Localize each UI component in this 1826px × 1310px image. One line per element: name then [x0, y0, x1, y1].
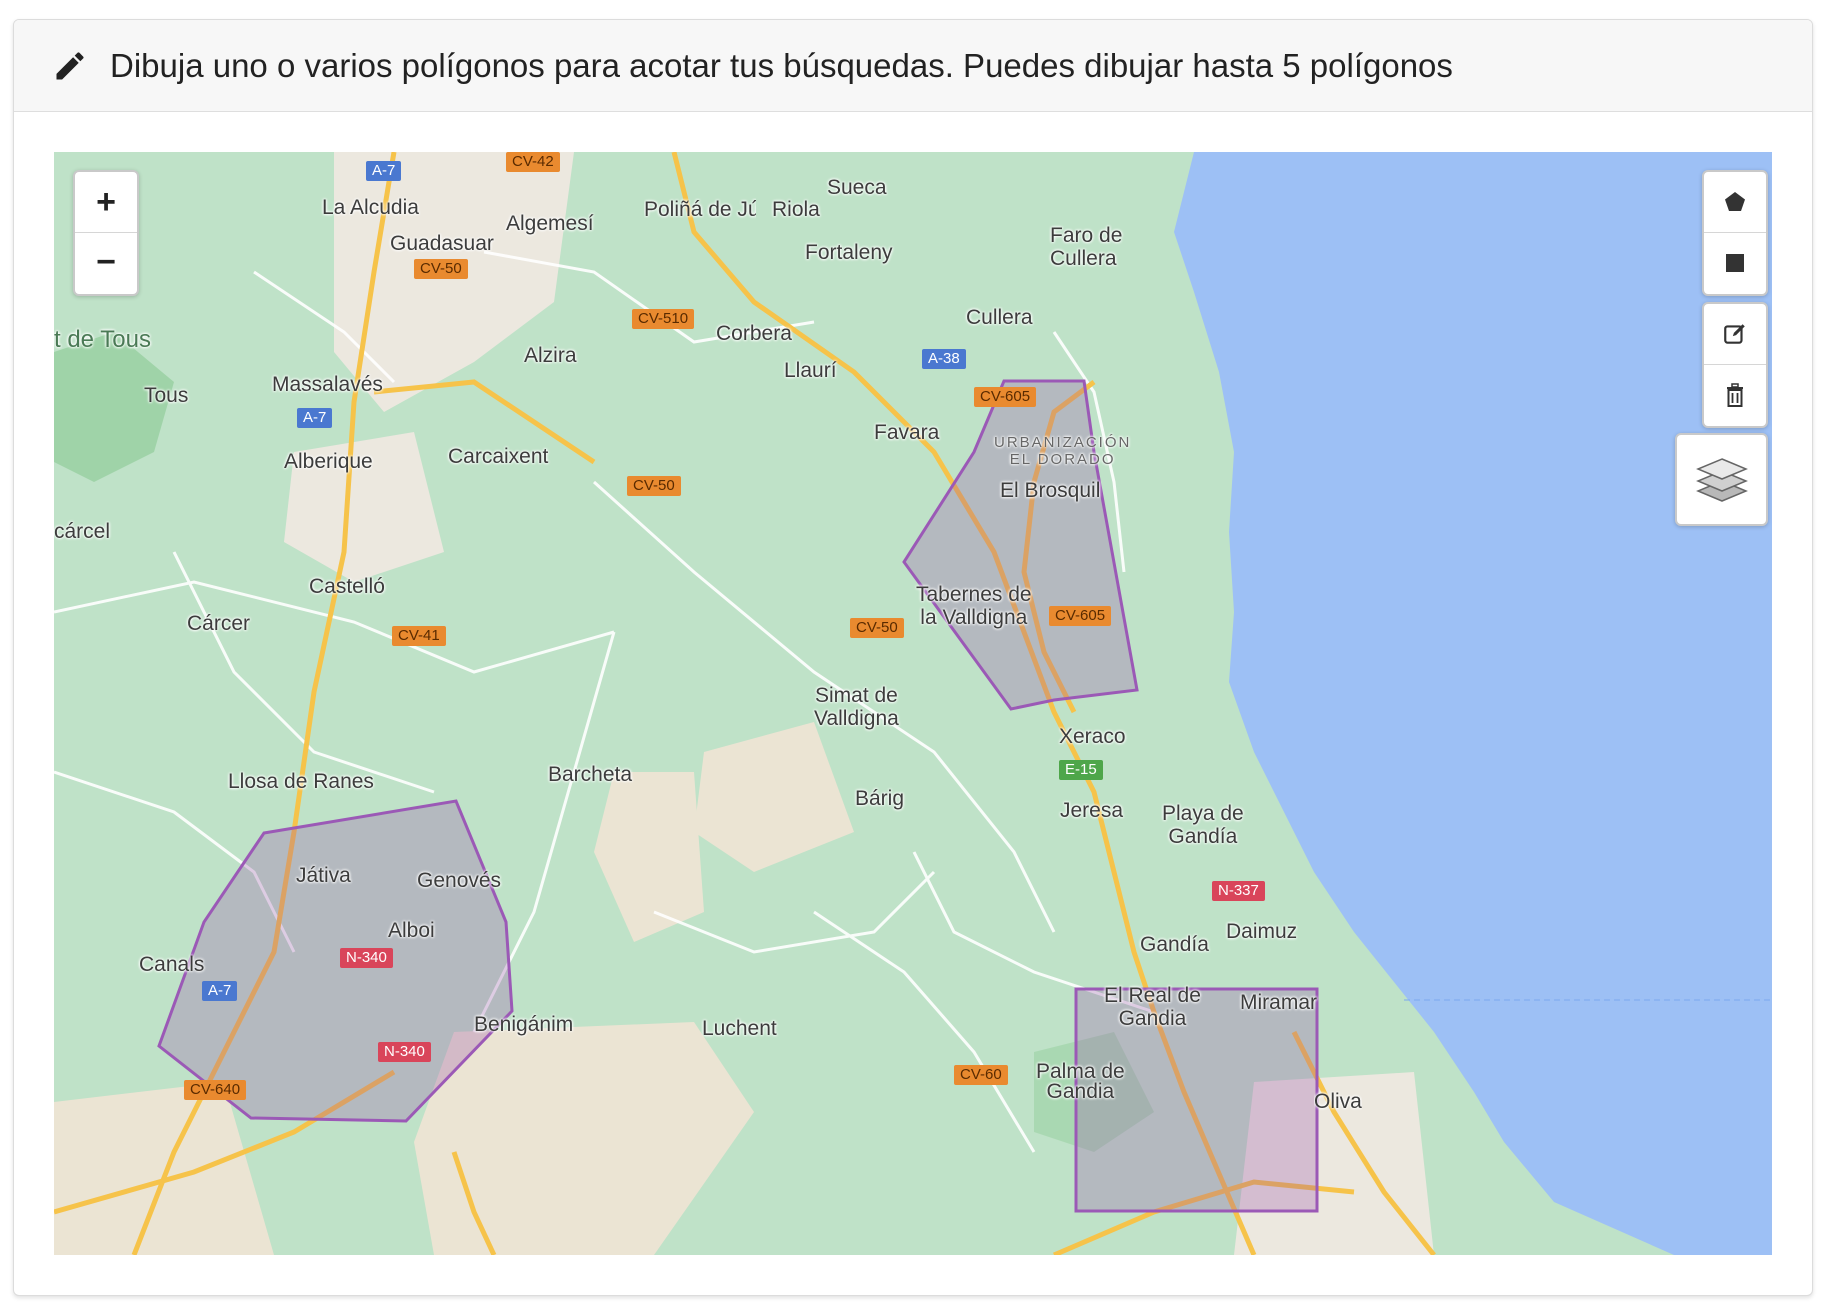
place-label: Faro de Cullera [1050, 224, 1123, 270]
layers-icon [1695, 457, 1748, 502]
road-shield: CV-42 [506, 152, 560, 172]
road-shield: CV-41 [392, 626, 446, 646]
road-shield: CV-60 [954, 1065, 1008, 1085]
place-label: Llaurí [784, 359, 837, 382]
road-shield: CV-50 [850, 618, 904, 638]
place-label: Benigánim [474, 1013, 574, 1036]
place-label: Alzira [524, 344, 577, 367]
place-label: Alberique [284, 450, 373, 473]
place-label: Riola [772, 198, 820, 221]
place-label: Barcheta [548, 763, 633, 786]
place-label: Luchent [702, 1017, 777, 1040]
place-label: URBANIZACIÓN EL DORADO [994, 434, 1132, 468]
trash-icon [1727, 382, 1743, 407]
road-shield: A-7 [366, 161, 402, 181]
road-shield: CV-50 [627, 476, 681, 496]
place-label: Oliva [1314, 1090, 1362, 1112]
road-shield: N-340 [340, 948, 393, 968]
layers-control[interactable] [1675, 433, 1768, 526]
road-shield: CV-605 [974, 387, 1037, 407]
place-label: Cullera [966, 306, 1033, 329]
road-shield: N-340 [378, 1042, 431, 1062]
place-label: Massalavés [272, 373, 383, 396]
edit-layers-button[interactable] [1704, 304, 1766, 364]
place-label: Algemesí [506, 212, 594, 235]
edit-toolbar [1702, 302, 1768, 428]
pencil-icon [56, 51, 84, 79]
draw-toolbar [1702, 170, 1768, 296]
road-shield: CV-510 [632, 309, 695, 329]
place-label: Miramar [1240, 991, 1317, 1014]
place-label: Poliñá de Júcar [644, 198, 756, 221]
zoom-out-button[interactable]: − [75, 232, 137, 292]
place-label: Jeresa [1060, 799, 1124, 822]
road-shield: A-7 [297, 408, 333, 428]
map-base [54, 152, 1772, 1255]
place-label: Bárig [855, 787, 905, 810]
road-shield: CV-605 [1049, 606, 1112, 626]
road-shield: CV-50 [414, 259, 468, 279]
place-label: Sueca [827, 176, 887, 199]
place-label: cárcel [54, 520, 111, 543]
place-label: t de Tous [54, 326, 151, 353]
place-label: Playa de Gandía [1162, 802, 1244, 848]
road-shield: E-15 [1059, 760, 1103, 780]
place-label: La Alcudia [322, 196, 419, 219]
instructions-text: Dibuja uno o varios polígonos para acota… [110, 46, 1453, 84]
place-label: Fortaleny [805, 241, 893, 264]
place-label: Alboi [388, 919, 435, 942]
place-label: Canals [139, 953, 205, 976]
place-label: Castelló [309, 575, 385, 598]
place-label: Guadasuar [390, 232, 494, 255]
zoom-in-button[interactable]: + [75, 172, 137, 232]
draw-polygon-button[interactable] [1704, 172, 1766, 232]
draw-rectangle-button[interactable] [1704, 232, 1766, 292]
polygon-search-card: Dibuja uno o varios polígonos para acota… [13, 19, 1813, 1296]
square-icon [1726, 253, 1744, 272]
place-label: Palma de Gandia [1036, 1060, 1125, 1103]
place-label: Carcaixent [448, 445, 549, 468]
map-canvas[interactable]: La Alcudia Guadasuar Algemesí Poliñá de … [54, 152, 1772, 1255]
delete-layers-button[interactable] [1704, 364, 1766, 424]
place-label: Favara [874, 421, 940, 444]
place-label: Cárcer [187, 612, 251, 635]
road-shield: A-38 [922, 349, 966, 369]
pentagon-icon [1725, 192, 1745, 211]
place-label: Corbera [716, 322, 792, 345]
place-label: Llosa de Ranes [228, 770, 374, 793]
road-shield: A-7 [202, 981, 238, 1001]
card-header: Dibuja uno o varios polígonos para acota… [14, 20, 1812, 112]
road-shield: CV-640 [184, 1080, 247, 1100]
edit-icon [1724, 324, 1745, 344]
place-label: El Real de Gandia [1104, 984, 1201, 1030]
place-label: Xeraco [1059, 725, 1126, 748]
layers-button[interactable] [1677, 435, 1766, 524]
place-label: Tabernes de la Valldigna [916, 583, 1032, 629]
road-shield: N-337 [1212, 881, 1265, 901]
place-label: El Brosquil [1000, 479, 1101, 502]
place-label: Gandía [1140, 933, 1209, 956]
place-label: Daimuz [1226, 920, 1298, 943]
place-label: Genovés [417, 869, 502, 892]
place-label: Tous [144, 384, 189, 407]
place-label: Simat de Valldigna [814, 684, 899, 730]
place-label: Játiva [296, 864, 351, 887]
zoom-control: + − [73, 170, 139, 296]
